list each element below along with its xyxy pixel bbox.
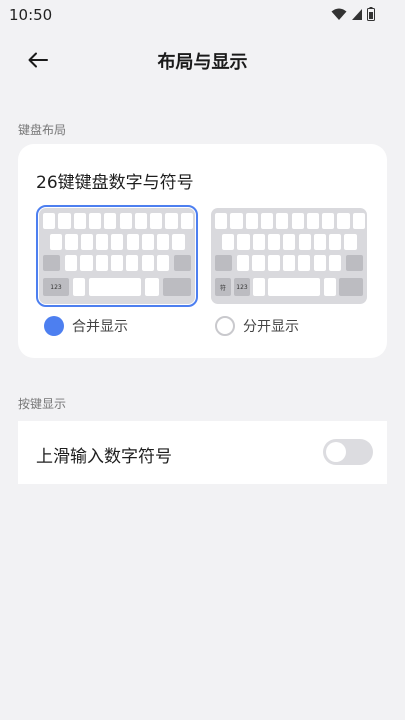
keyboard-key bbox=[329, 234, 342, 250]
keyboard-key bbox=[237, 255, 250, 271]
keyboard-key bbox=[111, 234, 124, 250]
keyboard-key bbox=[126, 234, 139, 250]
radio-separate[interactable] bbox=[215, 316, 235, 336]
wifi-icon bbox=[331, 8, 347, 20]
keyboard-key bbox=[95, 255, 108, 271]
keyboard-key bbox=[104, 213, 117, 229]
keyboard-key bbox=[150, 213, 163, 229]
keyboard-key bbox=[298, 234, 311, 250]
keyboard-key bbox=[291, 213, 304, 229]
keyboard-key bbox=[306, 213, 320, 229]
radio-option-merged[interactable]: 合并显示 bbox=[44, 316, 128, 336]
keyboard-key bbox=[322, 213, 335, 229]
keyboard-key bbox=[80, 234, 93, 250]
swipe-up-row[interactable]: 上滑输入数字符号 bbox=[18, 421, 387, 484]
keyboard-key bbox=[313, 234, 327, 250]
card-title: 26键键盘数字与符号 bbox=[36, 173, 194, 193]
keyboard-key bbox=[328, 255, 342, 271]
keyboard-key bbox=[73, 213, 86, 229]
keyboard-key bbox=[141, 255, 154, 271]
keyboard-key bbox=[165, 213, 178, 229]
radio-label-separate: 分开显示 bbox=[243, 319, 299, 335]
swipe-up-toggle[interactable] bbox=[323, 439, 373, 465]
keyboard-key bbox=[230, 213, 243, 229]
toggle-knob bbox=[326, 442, 346, 462]
keyboard-key bbox=[163, 278, 191, 296]
radio-option-separate[interactable]: 分开显示 bbox=[215, 316, 299, 336]
keyboard-key bbox=[180, 213, 193, 229]
keyboard-key bbox=[134, 213, 148, 229]
keyboard-key bbox=[283, 234, 296, 250]
keyboard-preview-separate[interactable]: 符 123 bbox=[211, 208, 367, 304]
keyboard-key-label: 123 bbox=[43, 278, 69, 296]
keyboard-key bbox=[65, 234, 78, 250]
keyboard-key bbox=[157, 234, 170, 250]
keyboard-key bbox=[73, 278, 85, 296]
keyboard-key bbox=[276, 213, 289, 229]
keyboard-key bbox=[43, 255, 60, 271]
signal-icon bbox=[352, 8, 362, 20]
keyboard-key bbox=[237, 234, 250, 250]
keyboard-key bbox=[215, 213, 228, 229]
keyboard-key bbox=[245, 213, 258, 229]
keyboard-key bbox=[260, 213, 274, 229]
keyboard-key bbox=[215, 255, 232, 271]
section-label-keyboard-layout: 键盘布局 bbox=[18, 123, 67, 137]
keyboard-key bbox=[58, 213, 71, 229]
header: 布局与显示 bbox=[0, 38, 405, 82]
keyboard-key bbox=[346, 255, 363, 271]
keyboard-key bbox=[344, 234, 357, 250]
keyboard-key bbox=[252, 234, 265, 250]
keyboard-key bbox=[298, 255, 311, 271]
keyboard-key bbox=[50, 234, 63, 250]
keyboard-key-label: 符 bbox=[215, 278, 231, 296]
swipe-up-label: 上滑输入数字符号 bbox=[36, 447, 172, 467]
keyboard-key bbox=[339, 278, 363, 296]
page-title: 布局与显示 bbox=[157, 52, 248, 73]
keyboard-key bbox=[267, 255, 280, 271]
keyboard-key bbox=[141, 234, 155, 250]
keyboard-key bbox=[352, 213, 365, 229]
keyboard-key bbox=[43, 213, 56, 229]
keyboard-key bbox=[337, 213, 350, 229]
keyboard-key bbox=[126, 255, 139, 271]
keyboard-key bbox=[119, 213, 132, 229]
keyboard-key bbox=[253, 278, 265, 296]
keyboard-key bbox=[110, 255, 124, 271]
keyboard-key bbox=[145, 278, 159, 296]
keyboard-layout-card: 26键键盘数字与符号 123 符 123 合并显示 分开显示 bbox=[18, 144, 387, 358]
section-label-key-display: 按键显示 bbox=[18, 397, 67, 411]
keyboard-key bbox=[88, 213, 102, 229]
status-time: 10:50 bbox=[9, 6, 53, 24]
keyboard-key bbox=[65, 255, 78, 271]
keyboard-key-label: 123 bbox=[234, 278, 250, 296]
keyboard-key bbox=[282, 255, 296, 271]
keyboard-key bbox=[313, 255, 326, 271]
keyboard-key bbox=[95, 234, 109, 250]
keyboard-key bbox=[174, 255, 191, 271]
keyboard-key bbox=[324, 278, 336, 296]
keyboard-key bbox=[222, 234, 235, 250]
status-bar: 10:50 bbox=[0, 0, 405, 30]
keyboard-key bbox=[252, 255, 265, 271]
battery-icon bbox=[367, 7, 375, 21]
keyboard-key bbox=[268, 278, 320, 296]
radio-label-merged: 合并显示 bbox=[72, 319, 128, 335]
keyboard-key bbox=[267, 234, 281, 250]
status-icons bbox=[331, 7, 375, 21]
keyboard-key bbox=[172, 234, 185, 250]
keyboard-key bbox=[80, 255, 93, 271]
radio-merged[interactable] bbox=[44, 316, 64, 336]
keyboard-preview-merged[interactable]: 123 bbox=[36, 205, 198, 307]
keyboard-key bbox=[89, 278, 141, 296]
keyboard-key bbox=[156, 255, 170, 271]
